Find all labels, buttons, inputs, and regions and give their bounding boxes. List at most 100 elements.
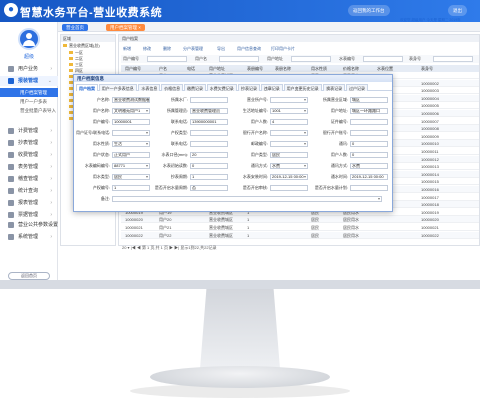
dialog-tab[interactable]: 换表记录 <box>323 84 346 91</box>
field-label: 证件编号: <box>330 119 348 124</box>
field-input[interactable] <box>190 141 228 147</box>
sidebar-subitem-label: 营业批量户表导入 <box>20 108 56 113</box>
field-input[interactable]: 88771 <box>112 163 150 169</box>
dialog-tab[interactable]: 过户记录 <box>346 84 368 91</box>
search-input[interactable] <box>219 56 259 62</box>
field-input[interactable]: 13900000001 <box>190 119 228 125</box>
toolbar-button[interactable]: 修改 <box>143 45 151 52</box>
field-input[interactable]: 1 <box>190 174 228 180</box>
avatar[interactable] <box>18 28 40 50</box>
sidebar-item-install[interactable]: 报装管理 ⌄ <box>0 76 58 86</box>
field-input[interactable]: 水费 <box>270 163 308 169</box>
field-input[interactable]: 20 <box>190 152 228 158</box>
field-label: 用户人数: <box>330 152 348 157</box>
sidebar-subitem[interactable]: 用户档案管理 <box>0 88 58 97</box>
dialog-tab[interactable]: 用户档案 <box>76 84 98 91</box>
field-input[interactable]: 城区一环路路口 <box>350 108 388 114</box>
menu-biz-icon <box>8 66 14 72</box>
sidebar-item-billing[interactable]: 计费管理 › <box>0 126 58 136</box>
field-input[interactable] <box>270 130 308 136</box>
search-input[interactable] <box>147 56 187 62</box>
field-input[interactable] <box>190 130 228 136</box>
field-input[interactable] <box>270 141 308 147</box>
sidebar-subitem[interactable]: 营业批量户表导入 <box>0 106 58 115</box>
table-row[interactable]: 10000020 用户20 营业收费城区 1 居民 居民用水 10000020 <box>121 216 479 224</box>
field-input[interactable]: 正式用户 <box>112 152 150 158</box>
field-input[interactable]: 4 <box>270 119 308 125</box>
chevron-right-icon: › <box>50 152 52 158</box>
field-input[interactable]: 文明雅苑用户1 <box>112 108 150 114</box>
toolbar-button[interactable]: 用户信息查询 <box>237 45 261 52</box>
sidebar-item-stats[interactable]: 统计查询 › <box>0 186 58 196</box>
field-input[interactable]: 居民 <box>270 152 308 158</box>
field-input[interactable]: 1001 <box>270 108 308 114</box>
dialog-tab[interactable]: 缴费记录 <box>184 84 206 91</box>
dialog-tab[interactable]: 水费欠费记录 <box>206 84 237 91</box>
sidebar-item-charge[interactable]: 收费管理 › <box>0 150 58 160</box>
sidebar-item-system[interactable]: 系统管理 › <box>0 232 58 242</box>
field-label: 所属营业区域: <box>322 97 348 102</box>
sidebar-item-reading[interactable]: 抄表管理 › <box>0 138 58 148</box>
dialog-tab[interactable]: 抄表记录 <box>238 84 260 91</box>
field-input[interactable] <box>112 130 150 136</box>
menu-audit-icon <box>8 176 14 182</box>
dialog-tab[interactable]: 用户变更历史记录 <box>283 84 322 91</box>
chevron-right-icon: › <box>50 164 52 170</box>
field-input[interactable]: 0 <box>190 163 228 169</box>
field-input[interactable]: 0 <box>350 141 388 147</box>
field-input[interactable]: 营业收费管理员 <box>190 108 228 114</box>
field-input[interactable]: 城区 <box>350 97 388 103</box>
logout-button[interactable]: 退出 <box>448 5 467 16</box>
workbench-button[interactable]: 返回我的工作台 <box>348 5 390 16</box>
dialog-tab[interactable]: 用户一户多表信息 <box>98 84 137 91</box>
field-label: 是否开启水量计划: <box>314 185 348 190</box>
field-input[interactable]: 0 <box>350 152 388 158</box>
table-cell: 10000019 <box>421 209 439 215</box>
sidebar-item-meter[interactable]: 表务管理 › <box>0 162 58 172</box>
table-row[interactable]: 10000021 用户21 营业收费城区 1 居民 居民用水 10000021 <box>121 224 479 231</box>
tab-home[interactable]: 营业首页 <box>62 24 88 31</box>
field-input[interactable] <box>350 185 388 191</box>
dialog-tab[interactable]: 价格信息 <box>161 84 184 91</box>
pager[interactable]: 20 ▾ |◀ ◀ 第 1 页,共 1 页 ▶ ▶| 显示1到22,共22记录 <box>118 244 480 251</box>
field-input[interactable] <box>112 196 382 202</box>
sidebar-subitem[interactable]: 用户一户多表 <box>0 97 58 106</box>
field-input[interactable] <box>190 97 228 103</box>
field-input[interactable] <box>270 97 308 103</box>
search-label: 水表编号 <box>339 56 355 61</box>
field-input[interactable] <box>350 119 388 125</box>
tree-root[interactable]: 营业收费区域(总) <box>63 43 100 49</box>
search-input[interactable] <box>291 56 331 62</box>
field-input[interactable]: 1 <box>112 185 150 191</box>
sidebar-item-audit[interactable]: 稽查管理 › <box>0 174 58 184</box>
field-input[interactable] <box>350 130 388 136</box>
field-input[interactable]: 居民 <box>112 174 150 180</box>
sidebar-item-invoice[interactable]: 票据管理 › <box>0 210 58 220</box>
sidebar-item-params[interactable]: 营业公共参数设置 › <box>0 220 58 230</box>
sidebar-item-biz[interactable]: 用户业务 › <box>0 64 58 74</box>
field-input[interactable]: 营业收费测试数据客户名称 <box>112 97 150 103</box>
table-cell: 10000003 <box>421 88 439 94</box>
field-input[interactable]: 2019-12-15 00:00 <box>350 174 388 180</box>
search-input[interactable] <box>363 56 403 62</box>
sidebar-home-button[interactable]: 返回首页 <box>8 272 50 280</box>
toolbar-button[interactable]: 打印用户卡片 <box>271 45 295 52</box>
field-input[interactable]: 生活 <box>112 141 150 147</box>
toolbar-button[interactable]: 新增 <box>123 45 131 52</box>
chevron-right-icon: › <box>50 140 52 146</box>
field-input[interactable] <box>270 185 308 191</box>
dialog-tab[interactable]: 水表信息 <box>138 84 161 91</box>
toolbar-button[interactable]: 删除 <box>163 45 171 52</box>
dialog-tab[interactable]: 违章记录 <box>260 84 283 91</box>
field-input[interactable]: 否 <box>190 185 228 191</box>
toolbar-button[interactable]: 导出 <box>217 45 225 52</box>
field-input[interactable]: 2019-12-15 00:00 <box>270 174 308 180</box>
table-row[interactable]: 10000022 用户22 营业收费城区 1 居民 居民用水 10000022 <box>121 231 479 239</box>
chevron-right-icon: › <box>50 222 52 228</box>
search-input[interactable] <box>433 56 473 62</box>
field-input[interactable]: 10000001 <box>112 119 150 125</box>
field-input[interactable]: 水费 <box>350 163 388 169</box>
toolbar-button[interactable]: 分户表管理 <box>183 45 203 52</box>
sidebar-item-report[interactable]: 报表管理 › <box>0 198 58 208</box>
tab-user-archive[interactable]: 用户档案管理 × <box>106 24 145 31</box>
